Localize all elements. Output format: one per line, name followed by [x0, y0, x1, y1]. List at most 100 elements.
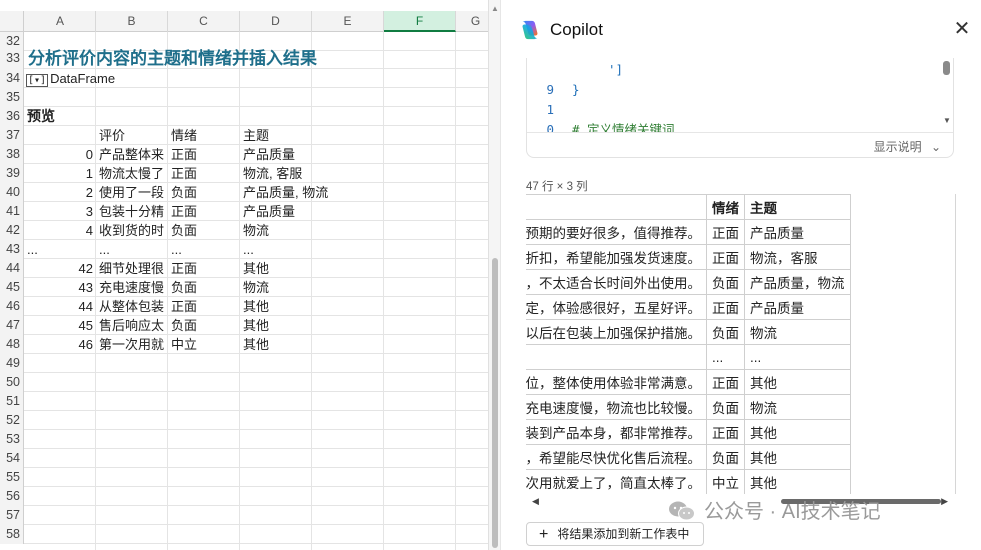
cell-topic[interactable]: 产品质量 [243, 202, 383, 221]
row-number[interactable]: 57 [0, 506, 24, 525]
row-number[interactable]: 47 [0, 316, 24, 335]
scroll-left-arrow-icon[interactable]: ◀ [532, 496, 539, 507]
row-number[interactable]: 56 [0, 487, 24, 506]
code-area[interactable]: '] 9} 1 0 # 定义情绪关键词 [527, 58, 940, 132]
cell-sentiment[interactable]: 负面 [171, 221, 239, 240]
column-header-b[interactable]: B [96, 11, 168, 32]
cell-topic[interactable]: 物流 [243, 278, 383, 297]
cell-sentiment[interactable]: 负面 [171, 316, 239, 335]
column-header-d[interactable]: D [240, 11, 312, 32]
preview-label[interactable]: 预览 [27, 107, 55, 126]
scroll-right-arrow-icon[interactable]: ▶ [941, 496, 948, 507]
row-number[interactable]: 49 [0, 354, 24, 373]
column-header-g[interactable]: G [456, 11, 488, 32]
row-number[interactable]: 37 [0, 126, 24, 145]
row-number[interactable]: 43 [0, 240, 24, 259]
cell-sentiment[interactable]: 负面 [171, 278, 239, 297]
select-all-corner[interactable] [0, 11, 24, 32]
row-number[interactable]: 36 [0, 107, 24, 126]
cell-review[interactable]: 售后响应太 [99, 316, 167, 335]
row-number[interactable]: 46 [0, 297, 24, 316]
cell-topic[interactable]: 其他 [243, 297, 383, 316]
scroll-up-arrow-icon[interactable]: ▲ [491, 4, 499, 13]
cell-index[interactable]: 43 [25, 278, 93, 297]
cell-review[interactable]: 第一次用就 [99, 335, 167, 354]
cell-topic[interactable]: ... [243, 240, 383, 259]
show-explanation-button[interactable]: 显示说明 ⌄ [874, 138, 941, 155]
table-row: 47 45 售后响应太 负面 其他 [0, 316, 488, 335]
cell-topic[interactable]: 物流, 客服 [243, 164, 383, 183]
row-number[interactable]: 41 [0, 202, 24, 221]
result-table-viewport[interactable]: 情绪 主题 产品整体来说还不错，质量比预期的要好很多，值得推荐。 正面 产品质量… [526, 194, 956, 494]
row-number[interactable]: 40 [0, 183, 24, 202]
code-scrollbar[interactable]: ▼ [940, 58, 953, 132]
cell-index[interactable]: 45 [25, 316, 93, 335]
cell-index[interactable]: ... [27, 240, 95, 259]
row-number[interactable]: 58 [0, 525, 24, 544]
row-number[interactable]: 53 [0, 430, 24, 449]
table-row: 40 2 使用了一段 负面 产品质量, 物流 [0, 183, 488, 202]
row-number[interactable]: 34 [0, 69, 24, 88]
column-header-a[interactable]: A [25, 11, 96, 32]
cell-sentiment[interactable]: 负面 [171, 183, 239, 202]
cell-sentiment[interactable]: 正面 [171, 297, 239, 316]
row-number[interactable]: 54 [0, 449, 24, 468]
column-header-e[interactable]: E [312, 11, 384, 32]
close-icon[interactable]: ✕ [951, 18, 973, 40]
row-number[interactable]: 33 [0, 48, 24, 69]
sheet-vertical-scrollbar[interactable]: ▲ [488, 0, 500, 550]
cell-index[interactable]: 44 [25, 297, 93, 316]
row-number[interactable]: 55 [0, 468, 24, 487]
row-number[interactable]: 48 [0, 335, 24, 354]
cell-review[interactable]: 细节处理很 [99, 259, 167, 278]
scrollbar-thumb[interactable] [492, 258, 498, 548]
cell-topic[interactable]: 物流 [243, 221, 383, 240]
header-review[interactable]: 评价 [99, 126, 167, 145]
cell-index[interactable]: 4 [25, 221, 93, 240]
scroll-down-arrow-icon[interactable]: ▼ [943, 116, 951, 125]
row-number[interactable]: 44 [0, 259, 24, 278]
code-scrollbar-thumb[interactable] [943, 61, 950, 75]
cell-topic[interactable]: 其他 [243, 335, 383, 354]
row-number[interactable]: 50 [0, 373, 24, 392]
cell-sentiment[interactable]: 正面 [171, 145, 239, 164]
cell-review[interactable]: 充电速度慢 [99, 278, 167, 297]
sheet-title[interactable]: 分析评价内容的主题和情绪并插入结果 [28, 49, 317, 68]
cell-review[interactable]: 产品整体来 [99, 145, 167, 164]
row-number[interactable]: 52 [0, 411, 24, 430]
spreadsheet-grid[interactable]: A B C D E F G 32 33 分析评价内容的主题和情绪并插入结果 34… [0, 0, 488, 550]
cell-sentiment[interactable]: 正面 [171, 164, 239, 183]
cell-index[interactable]: 42 [25, 259, 93, 278]
cell-index[interactable]: 1 [25, 164, 93, 183]
cell-sentiment[interactable]: 正面 [171, 202, 239, 221]
cell-sentiment[interactable]: ... [171, 240, 239, 259]
cell-topic[interactable]: 产品质量, 物流 [243, 183, 383, 202]
cell-review[interactable]: 使用了一段 [99, 183, 167, 202]
cell-topic[interactable]: 其他 [243, 316, 383, 335]
cell-review[interactable]: ... [99, 240, 167, 259]
column-header-c[interactable]: C [168, 11, 240, 32]
cell-index[interactable]: 2 [25, 183, 93, 202]
cell-topic[interactable]: 其他 [243, 259, 383, 278]
cell-sentiment[interactable]: 正面 [171, 259, 239, 278]
row-number[interactable]: 45 [0, 278, 24, 297]
cell-index[interactable]: 3 [25, 202, 93, 221]
cell-sentiment[interactable]: 中立 [171, 335, 239, 354]
cell-topic[interactable]: 产品质量 [243, 145, 383, 164]
cell-review[interactable]: 收到货的时 [99, 221, 167, 240]
cell-index[interactable]: 0 [25, 145, 93, 164]
cell-index[interactable]: 46 [25, 335, 93, 354]
row-number[interactable]: 51 [0, 392, 24, 411]
cell-review[interactable]: 物流太慢了 [99, 164, 167, 183]
row-number[interactable]: 42 [0, 221, 24, 240]
row-number[interactable]: 35 [0, 88, 24, 107]
row-number[interactable]: 39 [0, 164, 24, 183]
cell-review[interactable]: 从整体包装 [99, 297, 167, 316]
header-sentiment[interactable]: 情绪 [171, 126, 239, 145]
row-number[interactable]: 38 [0, 145, 24, 164]
column-header-f[interactable]: F [384, 11, 456, 32]
cell-review[interactable]: 包装十分精 [99, 202, 167, 221]
dataframe-expand-icon[interactable]: [▾] [26, 74, 49, 87]
header-topic[interactable]: 主题 [243, 126, 311, 145]
dataframe-cell[interactable]: [▾] DataFrame [26, 69, 115, 88]
